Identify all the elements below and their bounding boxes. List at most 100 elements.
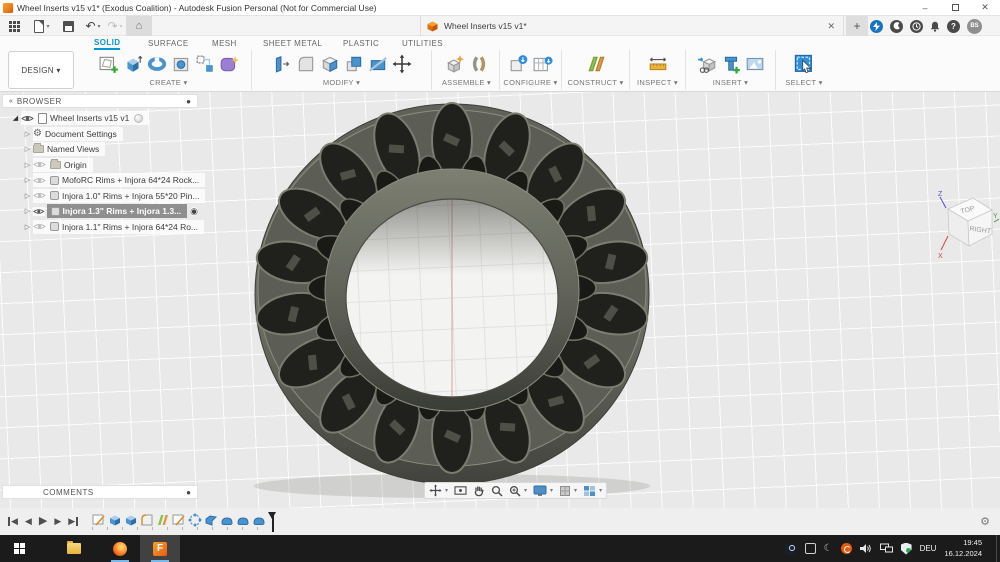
- configuration-table-icon[interactable]: [533, 54, 553, 74]
- display-settings-button[interactable]: ▾: [533, 485, 553, 497]
- step-back-button[interactable]: ◀: [25, 517, 32, 526]
- visibility-eye-off-icon[interactable]: [33, 191, 46, 200]
- joint-icon[interactable]: [469, 54, 489, 74]
- fit-button[interactable]: ▾: [509, 485, 527, 497]
- select-icon[interactable]: [793, 53, 815, 75]
- play-button[interactable]: ▶: [39, 516, 47, 527]
- tree-row-origin[interactable]: ▷ Origin: [2, 157, 198, 172]
- network-icon[interactable]: [879, 543, 893, 554]
- feature-body-icon[interactable]: [252, 513, 266, 527]
- tab-plastic[interactable]: PLASTIC: [343, 36, 379, 50]
- look-at-button[interactable]: [454, 485, 467, 496]
- split-body-icon[interactable]: [368, 54, 388, 74]
- combine-icon[interactable]: [344, 54, 364, 74]
- go-to-end-button[interactable]: ▶: [68, 517, 79, 526]
- quiet-hours-icon[interactable]: ☾: [824, 543, 833, 554]
- feature-extrude-icon[interactable]: [204, 513, 218, 527]
- tab-mesh[interactable]: MESH: [212, 36, 237, 50]
- timeline-settings-gear-icon[interactable]: ⚙: [980, 515, 990, 528]
- create-form-icon[interactable]: [219, 54, 239, 74]
- go-to-start-button[interactable]: ◀: [8, 517, 18, 526]
- group-label-assemble[interactable]: ASSEMBLE ▾: [442, 78, 491, 87]
- zoom-button[interactable]: [491, 485, 503, 497]
- tree-row-component[interactable]: ▷ Injora 1.1" Rims + Injora 64*24 Ro...: [2, 219, 205, 234]
- security-shield-icon[interactable]: [900, 542, 912, 555]
- grid-and-snaps-button[interactable]: ▾: [559, 485, 577, 497]
- presence-button[interactable]: [890, 19, 903, 33]
- new-component-icon[interactable]: [445, 54, 465, 74]
- visibility-eye-icon[interactable]: [33, 206, 45, 216]
- steam-tray-icon[interactable]: [784, 542, 797, 555]
- app-window-tray-icon[interactable]: [804, 543, 816, 554]
- browser-header[interactable]: « BROWSER ●: [2, 94, 198, 108]
- hole-icon[interactable]: [171, 54, 191, 74]
- group-label-insert[interactable]: INSERT ▾: [713, 78, 748, 87]
- close-button[interactable]: ✕: [970, 0, 1000, 15]
- viewport-canvas[interactable]: TOP RIGHT Z Y X « BROWSER ● ◢ Wheel Inse…: [0, 92, 1000, 508]
- start-button[interactable]: [0, 535, 40, 562]
- new-tab-button[interactable]: +: [846, 16, 868, 36]
- feature-fillet-icon[interactable]: [140, 513, 154, 527]
- firefox-button[interactable]: [100, 535, 140, 562]
- design-workspace-button[interactable]: DESIGN ▾: [8, 51, 74, 89]
- measure-icon[interactable]: [647, 54, 669, 74]
- notifications-button[interactable]: [930, 21, 940, 32]
- app-orange-tray-icon[interactable]: [840, 543, 852, 554]
- language-indicator[interactable]: DEU: [920, 544, 937, 553]
- undo-button[interactable]: ↶ ▾: [82, 16, 104, 36]
- extensions-button[interactable]: [870, 19, 883, 33]
- tree-row-component[interactable]: ▷ Injora 1.0" Rims + Injora 55*20 Pin...: [2, 188, 206, 203]
- taskbar-clock[interactable]: 19:45 16.12.2024: [944, 538, 982, 558]
- document-tab[interactable]: Wheel Inserts v15 v1* ✕: [420, 16, 844, 36]
- group-label-inspect[interactable]: INSPECT ▾: [637, 78, 678, 87]
- feature-body-icon[interactable]: [236, 513, 250, 527]
- save-button[interactable]: [58, 16, 78, 36]
- feature-circular-pattern-icon[interactable]: [188, 513, 202, 527]
- file-explorer-button[interactable]: [54, 535, 94, 562]
- timeline-position-marker[interactable]: [268, 511, 277, 532]
- construction-plane-icon[interactable]: [585, 54, 607, 74]
- home-view-button[interactable]: ⌂: [126, 16, 152, 36]
- feature-sketch-icon[interactable]: [172, 513, 186, 527]
- pan-button[interactable]: [473, 485, 485, 497]
- create-sketch-icon[interactable]: [99, 54, 119, 74]
- rectangular-pattern-icon[interactable]: [195, 54, 215, 74]
- tree-row-document-settings[interactable]: ▷ ⚙ Document Settings: [2, 126, 198, 141]
- tab-surface[interactable]: SURFACE: [148, 36, 189, 50]
- tree-root-row[interactable]: ◢ Wheel Inserts v15 v1: [2, 111, 198, 125]
- restore-button[interactable]: [940, 0, 970, 15]
- visibility-eye-off-icon[interactable]: [33, 176, 46, 185]
- group-label-modify[interactable]: MODIFY ▾: [323, 78, 360, 87]
- comments-minimize-icon[interactable]: ●: [186, 488, 191, 497]
- canvas-icon[interactable]: [745, 54, 765, 74]
- group-label-create[interactable]: CREATE ▾: [149, 78, 187, 87]
- shell-icon[interactable]: [320, 54, 340, 74]
- minimize-button[interactable]: –: [910, 0, 940, 15]
- app-grid-button[interactable]: [4, 16, 24, 36]
- orbit-button[interactable]: ▾: [429, 484, 448, 497]
- extrude-icon[interactable]: [123, 54, 143, 74]
- file-menu-button[interactable]: ▾: [30, 16, 54, 36]
- tree-row-component[interactable]: ▷ MofoRC Rims + Injora 64*24 Rock...: [2, 173, 206, 187]
- tree-row-named-views[interactable]: ▷ Named Views: [2, 142, 198, 156]
- tab-utilities[interactable]: UTILITIES: [402, 36, 443, 50]
- component-color-swatch[interactable]: [134, 113, 144, 123]
- activate-component-radio[interactable]: ◉: [190, 206, 198, 216]
- press-pull-icon[interactable]: [272, 54, 292, 74]
- step-forward-button[interactable]: ▶: [54, 517, 61, 526]
- fillet-icon[interactable]: [296, 54, 316, 74]
- show-desktop-button[interactable]: [996, 535, 1000, 562]
- group-label-configure[interactable]: CONFIGURE ▾: [503, 78, 557, 87]
- revolve-icon[interactable]: [147, 54, 167, 74]
- browser-minimize-icon[interactable]: ●: [186, 97, 191, 106]
- profile-avatar[interactable]: BS: [967, 18, 982, 34]
- feature-extrude-icon[interactable]: [108, 513, 122, 527]
- feature-sketch-icon[interactable]: [92, 513, 106, 527]
- volume-icon[interactable]: [859, 543, 872, 554]
- fusion-360-button[interactable]: F: [140, 535, 180, 562]
- visibility-eye-icon[interactable]: [21, 114, 34, 123]
- group-label-construct[interactable]: CONSTRUCT ▾: [567, 78, 623, 87]
- visibility-eye-off-icon[interactable]: [33, 222, 46, 231]
- feature-body-icon[interactable]: [220, 513, 234, 527]
- comments-header[interactable]: COMMENTS ●: [2, 485, 198, 499]
